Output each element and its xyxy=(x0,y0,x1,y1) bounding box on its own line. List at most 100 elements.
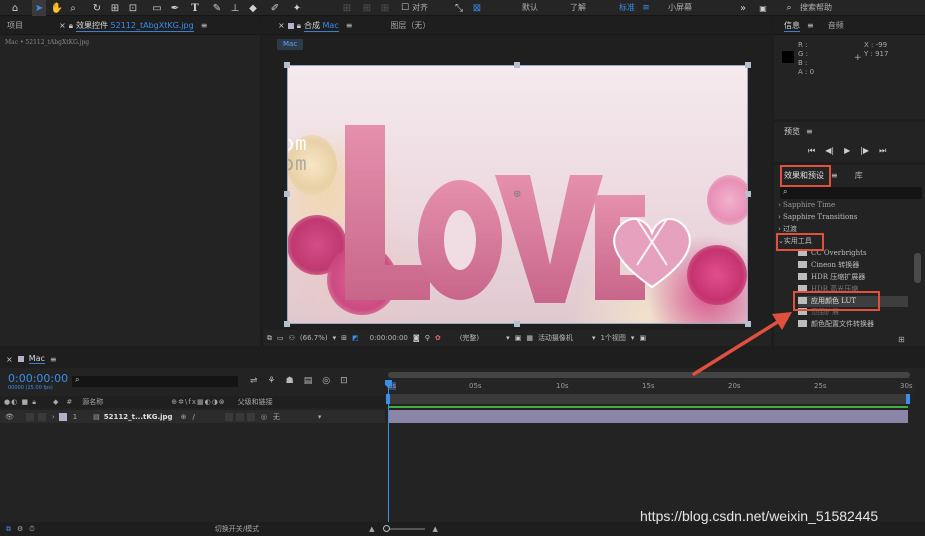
snapshot-camera-icon[interactable]: ◙ xyxy=(413,334,420,342)
view-axis-icon[interactable]: ⊞ xyxy=(378,0,392,16)
graph-editor-icon[interactable]: ⊡ xyxy=(340,376,348,386)
tree-category-sapphire-transitions[interactable]: › Sapphire Transitions xyxy=(778,212,857,223)
world-axis-icon[interactable]: ⊞ xyxy=(360,0,374,16)
panel-menu-icon[interactable]: ≡ xyxy=(50,355,57,364)
layer-duration-bar[interactable] xyxy=(388,410,908,423)
panel-menu-icon[interactable]: ≡ xyxy=(346,21,353,30)
grid-guides-icon[interactable]: ⊞ xyxy=(341,334,347,342)
rotate-tool-icon[interactable]: ↻ xyxy=(90,0,104,16)
panel-menu-icon[interactable]: ≡ xyxy=(806,126,813,137)
frame-blending-icon[interactable]: ▤ xyxy=(304,376,313,386)
more-workspaces-icon[interactable]: » xyxy=(736,0,750,16)
workspace-standard[interactable]: 标准 xyxy=(619,0,635,16)
selection-tool-icon[interactable]: ➤ xyxy=(32,0,46,16)
panel-menu-icon[interactable]: ≡ xyxy=(201,21,208,30)
tab-layer[interactable]: 图层（无） xyxy=(383,17,437,35)
workspace-small-screen[interactable]: 小屏幕 xyxy=(668,0,692,16)
zoom-slider-knob[interactable] xyxy=(382,525,390,532)
lock-icon[interactable]: 🔒︎ xyxy=(297,21,301,31)
clone-stamp-tool-icon[interactable]: ⊥ xyxy=(228,0,242,16)
timeline-tab-label[interactable]: Mac xyxy=(28,354,45,364)
new-preset-icon[interactable]: ⊞ xyxy=(898,335,905,344)
composition-breadcrumb-chip[interactable]: Mac xyxy=(277,39,304,50)
table-row[interactable]: 👁︎ › 1 ▤ 52112_t...tKG.jpg ⊕ / ◎ 无 ▾ xyxy=(0,410,385,423)
draft-3d-icon[interactable]: ⚘ xyxy=(268,376,276,386)
pen-tool-icon[interactable]: ✒ xyxy=(168,0,182,16)
snap-grid-icon[interactable]: ⊠ xyxy=(470,0,484,16)
transform-handle[interactable] xyxy=(514,321,520,327)
search-help-input[interactable]: 搜索帮助 xyxy=(800,0,832,16)
transform-handle[interactable] xyxy=(514,62,520,68)
close-icon[interactable]: × xyxy=(6,355,13,364)
toggle-switches-modes[interactable]: 切换开关/模式 xyxy=(215,524,259,534)
parent-pickwhip-icon[interactable]: ◎ xyxy=(261,413,267,421)
tree-category-sapphire-time[interactable]: › Sapphire Time xyxy=(778,200,835,211)
tab-info[interactable]: 信息 ≡ xyxy=(774,17,821,35)
expand-collapse-icon[interactable]: ⚙ xyxy=(17,525,23,533)
next-frame-icon[interactable]: |▶︎ xyxy=(860,146,869,156)
current-time-display[interactable]: 0:00:00:00 xyxy=(370,334,408,342)
puppet-tool-icon[interactable]: ✦ xyxy=(290,0,304,16)
panel-menu-icon[interactable]: ≡ xyxy=(807,21,814,30)
roto-brush-tool-icon[interactable]: ✐ xyxy=(268,0,282,16)
monitor-icon[interactable]: ▭ xyxy=(277,334,284,342)
layer-switch-box[interactable] xyxy=(235,412,244,421)
solo-switch[interactable] xyxy=(37,412,46,421)
always-preview-icon[interactable]: ⧉ xyxy=(267,334,272,343)
view-layout-dropdown[interactable]: 1个视图 xyxy=(600,333,625,343)
label-color-swatch[interactable] xyxy=(58,412,67,421)
home-icon[interactable]: ⌂ xyxy=(8,0,22,16)
pan-behind-tool-icon[interactable]: ⊡ xyxy=(126,0,140,16)
first-frame-icon[interactable]: ⏮ xyxy=(808,146,815,156)
lock-icon[interactable]: 🔒︎ xyxy=(69,21,73,31)
eraser-tool-icon[interactable]: ◆ xyxy=(246,0,260,16)
tree-effect-hdr-compander[interactable]: HDR 压缩扩展器 xyxy=(798,272,865,283)
mask-visibility-icon[interactable]: ⚇ xyxy=(289,334,295,342)
layer-switch-box[interactable] xyxy=(224,412,233,421)
rectangle-tool-icon[interactable]: ▭ xyxy=(150,0,164,16)
frame-render-icon[interactable]: ⏱ xyxy=(29,525,34,534)
camera-view-dropdown[interactable]: 活动摄像机 xyxy=(538,333,573,343)
tab-library[interactable]: 库 xyxy=(848,166,870,184)
tab-preview[interactable]: 预览 ≡ xyxy=(784,126,813,137)
tab-effects-controls[interactable]: × 🔒︎ 效果控件 52112_tAbgXtKG.jpg ≡ xyxy=(52,17,214,35)
local-axis-icon[interactable]: ⊞ xyxy=(340,0,354,16)
expand-chevron-icon[interactable]: › xyxy=(52,413,55,421)
work-area-end-handle[interactable] xyxy=(906,394,910,404)
resolution-dropdown[interactable]: (完整) xyxy=(460,333,479,343)
shy-layers-icon[interactable]: ☗ xyxy=(286,376,294,386)
close-icon[interactable]: × xyxy=(59,21,66,30)
work-area-bar[interactable] xyxy=(388,394,908,404)
tab-project[interactable]: 项目 xyxy=(0,17,30,35)
layer-name[interactable]: 52112_t...tKG.jpg xyxy=(104,413,173,421)
close-icon[interactable]: × xyxy=(278,21,285,30)
parent-link-header[interactable]: 父级和链接 xyxy=(238,397,273,407)
tree-effect-cineon-converter[interactable]: Cineon 转换器 xyxy=(798,260,859,271)
source-name-header[interactable]: 源名称 xyxy=(82,397,103,407)
transform-handle[interactable] xyxy=(284,321,290,327)
hand-tool-icon[interactable]: ✋ xyxy=(50,0,64,16)
workspace-default[interactable]: 默认 xyxy=(522,0,538,16)
workspace-learn[interactable]: 了解 xyxy=(570,0,586,16)
layer-switch-shy[interactable]: ⊕ xyxy=(181,413,187,421)
workspace-menu-icon[interactable]: ≡ xyxy=(640,0,652,16)
zoom-tool-icon[interactable]: ⌕ xyxy=(66,0,80,16)
effects-search-input[interactable]: ⌕ xyxy=(780,187,922,199)
composition-viewer-image[interactable]: Macv.com Macv.com ⊕ xyxy=(287,65,748,324)
color-channel-icon[interactable]: ✿ xyxy=(435,334,441,342)
timeline-current-time[interactable]: 0:00:00:00 xyxy=(8,372,68,385)
transform-handle[interactable] xyxy=(745,191,751,197)
motion-blur-icon[interactable]: ◎ xyxy=(322,376,330,386)
transform-handle[interactable] xyxy=(284,62,290,68)
tab-composition[interactable]: × 🔒︎ 合成 Mac ≡ xyxy=(271,17,359,35)
zoom-slider[interactable] xyxy=(382,525,425,532)
transform-handle[interactable] xyxy=(284,191,290,197)
snap-edge-icon[interactable]: ⤡ xyxy=(452,0,466,16)
parent-dropdown[interactable]: 无 xyxy=(273,412,280,422)
eye-icon[interactable]: 👁︎ xyxy=(5,413,14,421)
last-frame-icon[interactable]: ⏭ xyxy=(879,146,886,156)
layer-switch-box[interactable] xyxy=(246,412,255,421)
transparency-grid-icon[interactable]: ▦ xyxy=(526,334,533,342)
3d-renderer-icon[interactable]: ▣ xyxy=(639,334,646,342)
comp-mini-flowchart-icon[interactable]: ⇌ xyxy=(250,376,258,386)
